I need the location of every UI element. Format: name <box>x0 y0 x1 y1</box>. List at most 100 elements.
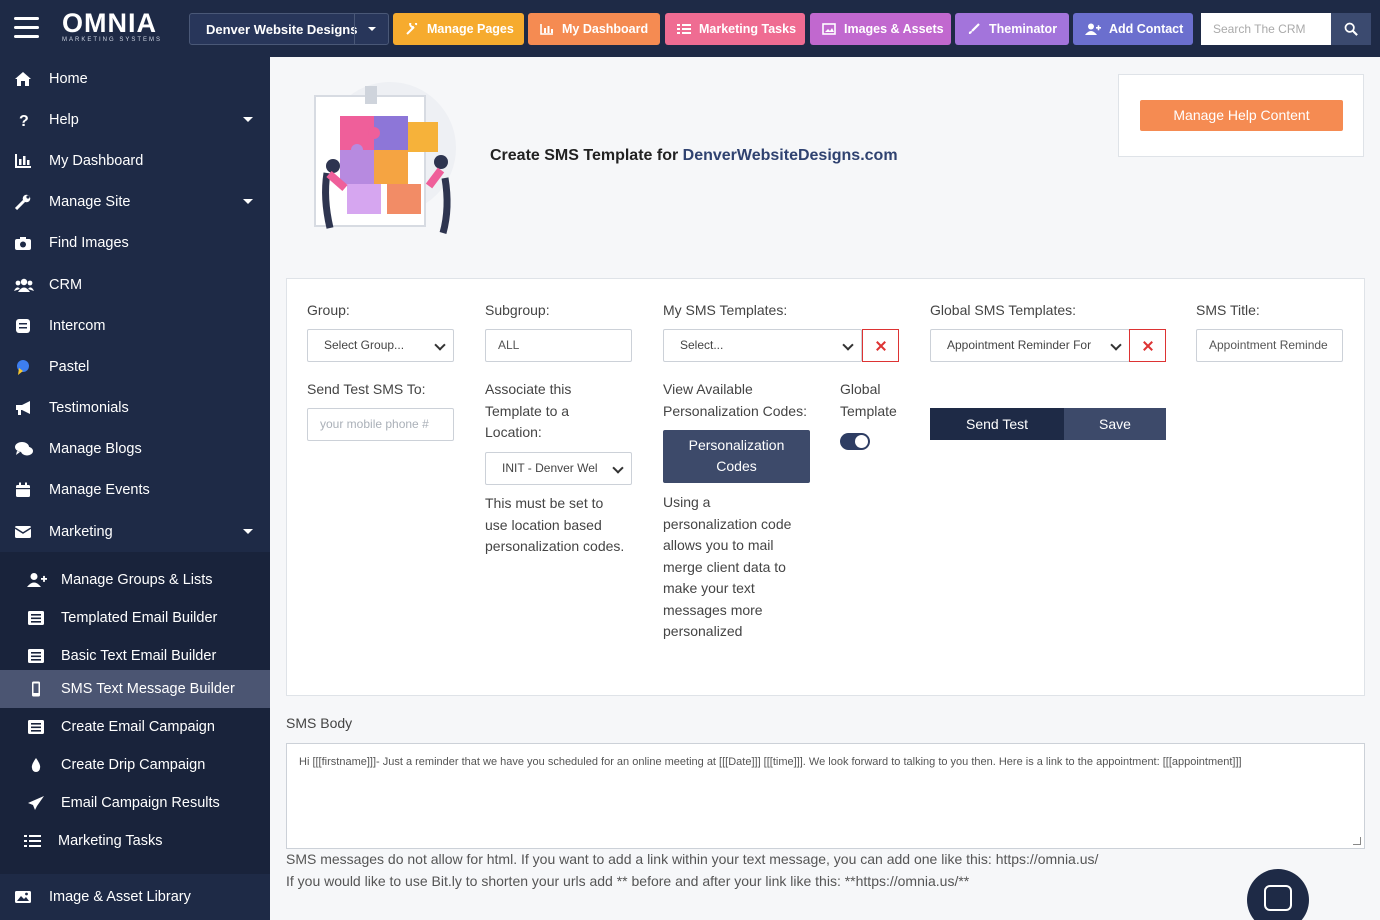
list-icon <box>28 720 44 734</box>
question-icon: ? <box>19 113 29 128</box>
location-note-line: use location based <box>485 516 602 533</box>
submenu-item-label: Email Campaign Results <box>61 795 220 811</box>
sidebar-item-my-dashboard[interactable]: My Dashboard <box>0 140 270 181</box>
test-phone-field[interactable]: your mobile phone # <box>307 408 454 441</box>
sidebar-item-label: Manage Blogs <box>49 440 142 457</box>
sidebar-item-crm[interactable]: CRM <box>0 264 270 305</box>
send-test-button[interactable]: Send Test <box>930 408 1064 440</box>
submenu-item-marketing-tasks[interactable]: Marketing Tasks <box>0 822 270 860</box>
codes-label-line: View Available <box>663 381 753 397</box>
pastel-icon <box>17 359 29 375</box>
submenu-item-label: Create Drip Campaign <box>61 757 206 773</box>
location-select[interactable]: INIT - Denver Wel <box>485 452 632 485</box>
sidebar-item-pastel[interactable]: Pastel <box>0 346 270 387</box>
sidebar-item-testimonials[interactable]: Testimonials <box>0 387 270 428</box>
paper-plane-icon <box>28 796 44 810</box>
subgroup-field[interactable]: ALL <box>485 329 632 362</box>
associate-label-line: Template to a <box>485 402 570 419</box>
manage-pages-button[interactable]: Manage Pages <box>393 13 524 45</box>
codes-note-line: merge client data to <box>663 558 786 575</box>
sidebar-item-manage-blogs[interactable]: Manage Blogs <box>0 428 270 469</box>
sms-body-textarea[interactable]: Hi [[[firstname]]]- Just a reminder that… <box>286 743 1365 849</box>
image-icon <box>15 890 31 903</box>
submenu-item-sms-builder[interactable]: SMS Text Message Builder <box>0 670 270 708</box>
megaphone-icon <box>16 400 30 415</box>
top-navbar: OMNIA MARKETING SYSTEMS Denver Website D… <box>0 0 1380 57</box>
search-button[interactable] <box>1331 13 1371 45</box>
omnia-logo[interactable]: OMNIA MARKETING SYSTEMS <box>62 10 162 46</box>
chevron-down-icon <box>243 529 253 539</box>
clear-my-template-button[interactable] <box>862 329 899 362</box>
hamburger-menu-icon[interactable] <box>14 17 39 39</box>
my-dashboard-button[interactable]: My Dashboard <box>528 13 660 45</box>
sidebar-item-manage-site[interactable]: Manage Site <box>0 181 270 222</box>
drop-icon <box>31 758 41 772</box>
chat-icon <box>16 318 30 333</box>
chat-launcher-button[interactable] <box>1247 869 1309 920</box>
submenu-item-label: SMS Text Message Builder <box>61 681 235 697</box>
subgroup-label: Subgroup: <box>485 302 550 318</box>
add-contact-button[interactable]: Add Contact <box>1073 13 1193 45</box>
global-templates-label: Global SMS Templates: <box>930 302 1077 318</box>
sidebar-item-home[interactable]: Home <box>0 58 270 99</box>
crm-search-input[interactable]: Search The CRM <box>1201 13 1331 45</box>
personalization-codes-button[interactable]: Personalization Codes <box>663 430 810 483</box>
sms-title-field[interactable]: Appointment Reminde <box>1196 329 1343 362</box>
sidebar-item-help[interactable]: ? Help <box>0 99 270 140</box>
calendar-icon <box>16 482 30 497</box>
wrench-icon <box>406 23 418 35</box>
chart-icon <box>540 24 553 35</box>
group-select[interactable]: Select Group... <box>307 329 454 362</box>
global-template-label-line: Global <box>840 381 881 397</box>
marketing-tasks-button[interactable]: Marketing Tasks <box>665 13 805 45</box>
sidebar-item-label: Home <box>49 70 88 87</box>
marketing-tasks-label: Marketing Tasks <box>699 22 797 36</box>
global-templates-select[interactable]: Appointment Reminder For <box>930 329 1130 362</box>
associate-label-line: Associate this <box>485 381 572 397</box>
submenu-item-templated-email[interactable]: Templated Email Builder <box>0 599 270 637</box>
tasks-icon <box>24 835 41 847</box>
brush-icon <box>968 23 980 34</box>
sidebar-item-label: Help <box>49 111 79 128</box>
page-title-prefix: Create SMS Template for <box>490 147 679 164</box>
clear-global-template-button[interactable] <box>1129 329 1166 362</box>
sidebar-item-marketing[interactable]: Marketing <box>0 511 270 552</box>
add-contact-label: Add Contact <box>1109 22 1184 36</box>
chevron-down-icon <box>243 199 253 209</box>
submenu-item-create-drip-campaign[interactable]: Create Drip Campaign <box>0 746 270 784</box>
my-templates-select[interactable]: Select... <box>663 329 862 362</box>
page-title: Create SMS Template for DenverWebsiteDes… <box>490 147 898 165</box>
send-test-label: Send Test SMS To: <box>307 381 426 397</box>
sidebar-item-find-images[interactable]: Find Images <box>0 222 270 263</box>
submenu-item-label: Marketing Tasks <box>58 833 163 849</box>
submenu-item-email-campaign-results[interactable]: Email Campaign Results <box>0 784 270 822</box>
sms-body-text: Hi [[[firstname]]]- Just a reminder that… <box>299 756 1242 768</box>
sms-bitly-note: If you would like to use Bit.ly to short… <box>286 873 970 889</box>
manage-help-content-button[interactable]: Manage Help Content <box>1140 100 1343 131</box>
global-template-label: Global Template <box>840 379 897 422</box>
resize-handle-icon[interactable] <box>1353 837 1361 845</box>
sidebar-item-label: Intercom <box>49 317 106 334</box>
save-button[interactable]: Save <box>1064 408 1166 440</box>
sidebar-item-image-asset-library[interactable]: Image & Asset Library <box>0 876 270 917</box>
search-icon <box>1344 22 1358 36</box>
sidebar-item-label: Find Images <box>49 234 129 251</box>
list-icon <box>28 649 44 663</box>
codes-note: Using a personalization code allows you … <box>663 492 791 643</box>
submenu-item-label: Create Email Campaign <box>61 719 215 735</box>
wrench-icon <box>14 194 31 210</box>
list-icon <box>28 611 44 625</box>
mobile-icon <box>32 681 40 697</box>
sidebar-item-intercom[interactable]: Intercom <box>0 305 270 346</box>
site-selector-caret-icon[interactable] <box>354 14 388 44</box>
theminator-button[interactable]: Theminator <box>955 13 1069 45</box>
images-assets-button[interactable]: Images & Assets <box>810 13 951 45</box>
site-selector[interactable]: Denver Website Designs <box>189 13 389 45</box>
associate-label: Associate this Template to a Location: <box>485 379 571 444</box>
svg-text:?: ? <box>19 113 29 128</box>
sidebar-item-manage-events[interactable]: Manage Events <box>0 469 270 510</box>
global-template-toggle[interactable] <box>840 433 870 450</box>
submenu-item-create-email-campaign[interactable]: Create Email Campaign <box>0 708 270 746</box>
sidebar-item-label: Testimonials <box>49 399 129 416</box>
submenu-item-manage-groups[interactable]: Manage Groups & Lists <box>0 561 270 599</box>
